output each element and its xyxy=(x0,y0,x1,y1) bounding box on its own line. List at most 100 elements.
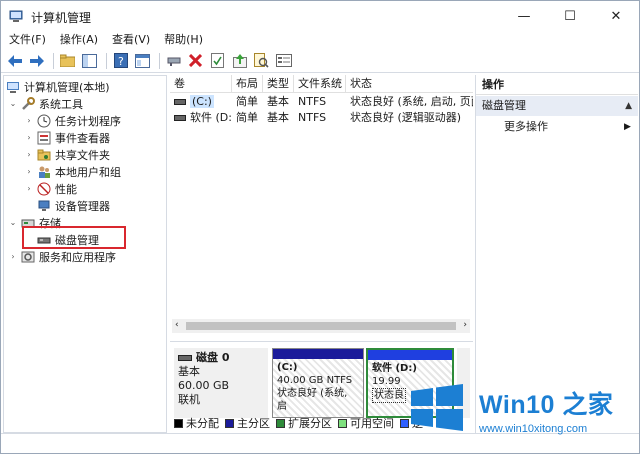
scrollbar-thumb[interactable] xyxy=(186,322,456,330)
legend-swatch xyxy=(400,418,409,428)
volume-type: 基本 xyxy=(267,111,289,124)
tree-item-label: 计算机管理(本地) xyxy=(24,80,110,94)
computer-management-icon xyxy=(6,80,20,94)
watermark-brand: Win10 之家 xyxy=(479,391,614,419)
services-icon xyxy=(21,250,35,264)
partition-status: 状态良 xyxy=(372,388,406,403)
legend-swatch xyxy=(174,418,183,428)
tree-item-label: 任务计划程序 xyxy=(55,114,121,128)
svg-text:?: ? xyxy=(118,55,124,68)
computer-management-window: 计算机管理 — ☐ ✕ 文件(F) 操作(A) 查看(V) 帮助(H) ? 计算… xyxy=(0,0,640,454)
console-icon[interactable] xyxy=(133,51,152,70)
delete-icon[interactable] xyxy=(186,51,205,70)
volume-status: 状态良好 (系统, 启动, 页面 xyxy=(350,95,473,108)
chevron-right-icon[interactable]: ▶ xyxy=(624,117,631,137)
legend-swatch xyxy=(338,418,347,428)
toolbar: ? xyxy=(1,49,639,73)
horizontal-scrollbar[interactable]: ‹ › xyxy=(172,319,470,333)
column-header-status[interactable]: 状态 xyxy=(346,75,473,93)
tree-item-services[interactable]: › 服务和应用程序 xyxy=(8,248,116,265)
maximize-button[interactable]: ☐ xyxy=(547,1,593,31)
watermark: Win10 之家 www.win10xitong.com xyxy=(409,379,639,449)
chevron-right-icon[interactable]: › xyxy=(24,184,34,193)
partition-bar xyxy=(368,350,452,360)
tree-item-label: 服务和应用程序 xyxy=(39,250,116,264)
scroll-right-icon[interactable]: › xyxy=(463,320,467,330)
legend-item: 主分区 xyxy=(225,415,270,431)
volume-name: 软件 (D:) xyxy=(190,111,232,124)
disk-size: 60.00 GB xyxy=(178,379,230,392)
shared-folder-icon xyxy=(37,148,51,162)
chevron-right-icon[interactable]: › xyxy=(24,133,34,142)
tree-item-shared-folders[interactable]: › 共享文件夹 xyxy=(24,146,110,163)
menu-view[interactable]: 查看(V) xyxy=(106,31,156,49)
column-header-filesystem[interactable]: 文件系统 xyxy=(294,75,346,93)
actions-section-disk-management[interactable]: 磁盘管理 ▲ xyxy=(476,96,638,116)
chevron-down-icon[interactable]: ⌄ xyxy=(8,218,18,227)
table-row[interactable]: 软件 (D:) 简单 基本 NTFS 状态良好 (逻辑驱动器) xyxy=(170,110,473,126)
list-header: 卷 布局 类型 文件系统 状态 xyxy=(170,75,473,93)
disk-type: 基本 xyxy=(178,365,200,378)
minimize-button[interactable]: — xyxy=(501,1,547,31)
volume-status: 状态良好 (逻辑驱动器) xyxy=(350,111,462,124)
tree-item-performance[interactable]: › 性能 xyxy=(24,180,77,197)
volume-name: (C:) xyxy=(190,95,214,108)
column-header-type[interactable]: 类型 xyxy=(263,75,294,93)
title-bar: 计算机管理 — ☐ ✕ xyxy=(1,1,639,31)
properties-icon[interactable] xyxy=(274,51,293,70)
disk-name: 磁盘 0 xyxy=(196,351,230,364)
legend-item: 扩展分区 xyxy=(276,415,332,431)
column-header-volume[interactable]: 卷 xyxy=(170,75,232,93)
disk-info[interactable]: 磁盘 0 基本 60.00 GB 联机 xyxy=(174,348,268,418)
tree-item-label: 性能 xyxy=(55,182,77,196)
export-icon[interactable] xyxy=(230,51,249,70)
scroll-left-icon[interactable]: ‹ xyxy=(175,320,179,330)
menu-bar: 文件(F) 操作(A) 查看(V) 帮助(H) xyxy=(1,31,639,49)
help-icon[interactable]: ? xyxy=(111,51,130,70)
device-manager-icon xyxy=(37,199,51,213)
close-button[interactable]: ✕ xyxy=(593,1,639,31)
partition-label: 软件 (D:) xyxy=(372,363,417,374)
tree-item-event-viewer[interactable]: › 事件查看器 xyxy=(24,129,110,146)
search-icon[interactable] xyxy=(252,51,271,70)
tree-item-system-tools[interactable]: ⌄ 系统工具 xyxy=(8,95,83,112)
tree-item-root[interactable]: 计算机管理(本地) xyxy=(6,78,110,95)
menu-file[interactable]: 文件(F) xyxy=(3,31,52,49)
tools-icon xyxy=(21,96,35,111)
tree-item-task-scheduler[interactable]: › 任务计划程序 xyxy=(24,112,121,129)
chevron-right-icon[interactable]: › xyxy=(24,150,34,159)
partition-c[interactable]: (C:) 40.00 GB NTFS 状态良好 (系统, 启 xyxy=(272,348,364,418)
volume-filesystem: NTFS xyxy=(298,111,327,124)
selection-highlight-box xyxy=(22,226,126,249)
chevron-right-icon[interactable]: › xyxy=(24,167,34,176)
more-actions-link[interactable]: 更多操作 xyxy=(504,117,548,137)
column-header-layout[interactable]: 布局 xyxy=(232,75,263,93)
table-row[interactable]: (C:) 简单 基本 NTFS 状态良好 (系统, 启动, 页面 xyxy=(170,94,473,110)
tree-item-device-manager[interactable]: 设备管理器 xyxy=(37,197,110,214)
chevron-right-icon[interactable]: › xyxy=(24,116,34,125)
chevron-right-icon[interactable]: › xyxy=(8,252,18,261)
partition-label: (C:) xyxy=(277,362,298,373)
legend-item: 未分配 xyxy=(174,415,219,431)
back-icon[interactable] xyxy=(5,51,24,70)
menu-help[interactable]: 帮助(H) xyxy=(158,31,209,49)
toolbar-separator xyxy=(53,52,54,69)
menu-action[interactable]: 操作(A) xyxy=(54,31,104,49)
tree-item-local-users[interactable]: › 本地用户和组 xyxy=(24,163,121,180)
volume-layout: 简单 xyxy=(236,95,258,108)
tree-item-label: 共享文件夹 xyxy=(55,148,110,162)
connect-icon[interactable] xyxy=(164,51,183,70)
users-icon xyxy=(37,165,51,179)
folder-up-icon[interactable] xyxy=(58,51,77,70)
performance-icon xyxy=(37,182,51,196)
collapse-icon[interactable]: ▲ xyxy=(625,96,632,116)
partition-bar xyxy=(273,349,363,359)
tree-item-label: 事件查看器 xyxy=(55,131,110,145)
check-icon[interactable] xyxy=(208,51,227,70)
show-tree-icon[interactable] xyxy=(80,51,99,70)
disk-icon xyxy=(178,355,192,361)
disk-state: 联机 xyxy=(178,393,200,406)
windows-logo-icon xyxy=(411,384,463,431)
forward-icon[interactable] xyxy=(27,51,46,70)
chevron-down-icon[interactable]: ⌄ xyxy=(8,99,18,108)
